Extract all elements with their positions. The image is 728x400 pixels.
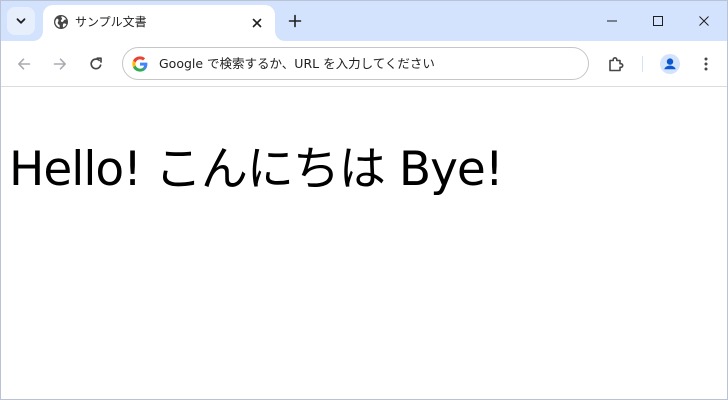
arrow-left-icon: [18, 58, 31, 70]
browser-window: サンプル文書 Google で検索するか、URL を入力してください Hello…: [0, 0, 728, 400]
toolbar-divider: [642, 56, 643, 72]
close-icon: [252, 18, 262, 28]
window-maximize-button[interactable]: [635, 1, 681, 41]
minimize-icon: [607, 20, 617, 22]
browser-toolbar: [1, 41, 727, 87]
window-minimize-button[interactable]: [589, 1, 635, 41]
avatar-icon: [660, 54, 680, 74]
extensions-button[interactable]: [602, 50, 630, 78]
plus-icon: [288, 14, 302, 28]
address-bar[interactable]: [122, 47, 589, 80]
chevron-down-icon: [16, 18, 26, 24]
reload-button[interactable]: [82, 50, 110, 78]
reload-icon: [90, 57, 102, 70]
window-close-button[interactable]: [681, 1, 727, 41]
tab-close-button[interactable]: [247, 13, 267, 33]
page-heading: Hello! こんにちは Bye!: [9, 142, 504, 197]
tab-strip: サンプル文書: [1, 1, 727, 41]
globe-icon: [54, 15, 68, 29]
page-content: Hello! こんにちは Bye!: [1, 88, 727, 399]
back-button[interactable]: [10, 50, 38, 78]
tab-active[interactable]: サンプル文書: [43, 5, 275, 41]
kebab-menu-icon: [704, 57, 708, 71]
new-tab-button[interactable]: [283, 9, 307, 33]
close-icon: [699, 16, 709, 26]
menu-button[interactable]: [692, 50, 720, 78]
arrow-right-icon: [53, 58, 66, 70]
tab-title: サンプル文書: [75, 15, 147, 29]
google-icon: [132, 56, 148, 72]
maximize-icon: [653, 16, 663, 26]
forward-button[interactable]: [46, 50, 74, 78]
profile-button[interactable]: [656, 50, 684, 78]
tab-search-button[interactable]: [7, 7, 35, 35]
puzzle-icon: [609, 57, 624, 72]
address-input[interactable]: [159, 48, 579, 79]
